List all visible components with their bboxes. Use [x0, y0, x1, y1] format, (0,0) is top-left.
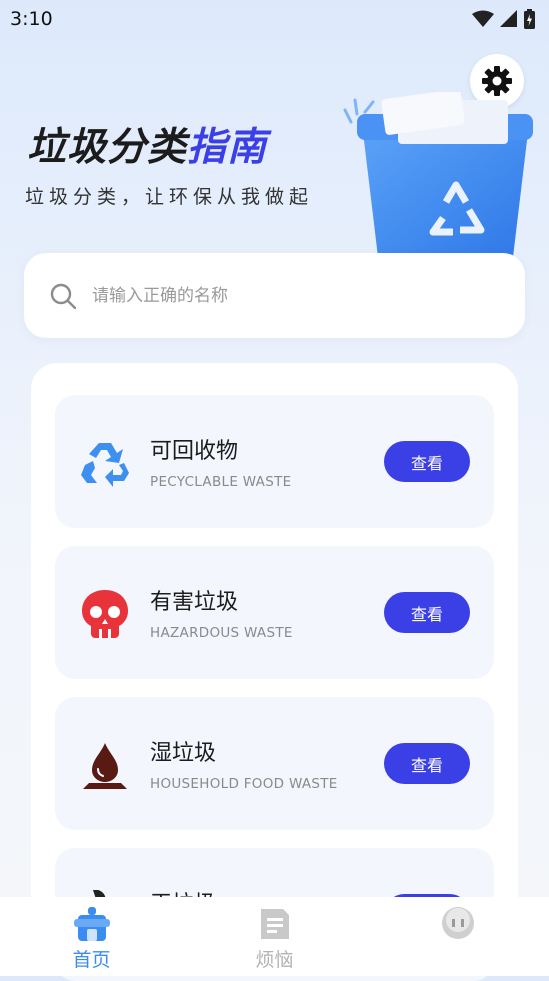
profile-icon	[441, 907, 474, 939]
category-title: 湿垃圾	[150, 741, 217, 766]
status-time: 3:10	[10, 8, 53, 30]
recycle-icon	[81, 443, 129, 487]
battery-icon	[524, 9, 535, 29]
tab-troubles[interactable]: 烦恼	[205, 897, 345, 972]
tab-home[interactable]: 首页	[22, 897, 162, 972]
category-subtitle: PECYCLABLE WASTE	[150, 474, 292, 490]
bottom-tab-bar: 首页 烦恼	[0, 897, 549, 976]
category-panel: 可回收物 PECYCLABLE WASTE 查看 有害垃圾 HAZARDOUS …	[31, 363, 518, 981]
wifi-icon	[472, 10, 494, 27]
search-input[interactable]	[90, 284, 474, 307]
page-subtitle: 垃圾分类，让环保从我做起	[25, 186, 314, 208]
tab-label: 首页	[72, 949, 111, 971]
search-bar[interactable]	[24, 253, 525, 338]
view-button[interactable]: 查看	[384, 441, 470, 482]
category-subtitle: HAZARDOUS WASTE	[150, 625, 293, 641]
skull-icon	[82, 590, 128, 638]
signal-icon	[500, 10, 517, 27]
page-title: 垃圾分类指南	[27, 116, 267, 172]
category-title: 有害垃圾	[150, 590, 239, 615]
search-icon	[50, 283, 76, 309]
status-bar: 3:10	[0, 0, 549, 38]
recycle-bin-illustration	[343, 92, 533, 257]
droplet-icon	[83, 743, 127, 789]
title-main: 垃圾分类	[27, 125, 188, 170]
tab-profile[interactable]	[388, 897, 528, 943]
category-subtitle: HOUSEHOLD FOOD WASTE	[150, 776, 338, 792]
document-icon	[260, 909, 289, 939]
home-icon	[73, 907, 110, 941]
category-card-recyclable[interactable]: 可回收物 PECYCLABLE WASTE 查看	[55, 395, 494, 528]
view-button[interactable]: 查看	[384, 743, 470, 784]
category-card-hazardous[interactable]: 有害垃圾 HAZARDOUS WASTE 查看	[55, 546, 494, 679]
view-button[interactable]: 查看	[384, 592, 470, 633]
status-icons	[472, 9, 535, 29]
tab-label: 烦恼	[255, 949, 294, 971]
category-title: 可回收物	[150, 439, 239, 464]
category-card-food[interactable]: 湿垃圾 HOUSEHOLD FOOD WASTE 查看	[55, 697, 494, 830]
title-accent: 指南	[187, 125, 268, 170]
